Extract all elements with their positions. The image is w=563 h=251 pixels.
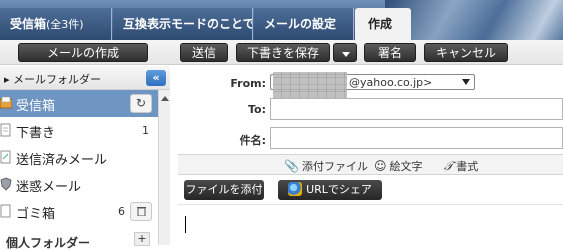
- url-share-label: URLでシェア: [306, 183, 372, 196]
- folder-drafts[interactable]: 下書き 1: [0, 117, 158, 144]
- folder-inbox[interactable]: 受信箱 ↻: [0, 90, 158, 117]
- attachment-bar: ファイルを添付 URLでシェア: [178, 175, 563, 205]
- from-address-value: @yahoo.co.jp>: [349, 76, 433, 89]
- folder-name: 受信箱: [16, 99, 56, 114]
- personal-folders-header[interactable]: 個人フォルダー +: [0, 232, 158, 250]
- to-field[interactable]: [270, 98, 563, 120]
- message-body-editor[interactable]: [178, 206, 563, 245]
- masked-address: [273, 72, 347, 98]
- tab-label: メールの設定: [264, 17, 337, 31]
- from-address-select[interactable]: @yahoo.co.jp>: [270, 72, 475, 98]
- tab-bar: 受信箱(全3件) 互換表示モードのことで メールの設定 作成: [0, 0, 563, 40]
- refresh-icon: ↻: [135, 96, 147, 110]
- add-folder-button[interactable]: +: [134, 232, 150, 246]
- attachment-tab-label: 添付ファイル: [301, 160, 368, 173]
- attach-file-button[interactable]: ファイルを添付: [184, 180, 264, 200]
- tab-mail-settings[interactable]: メールの設定: [254, 8, 354, 40]
- collapse-sidebar-button[interactable]: «: [146, 70, 166, 86]
- subject-row: 件名:: [178, 124, 563, 154]
- folder-trash[interactable]: ゴミ箱 6: [0, 198, 158, 225]
- scroll-up-icon[interactable]: [161, 96, 169, 101]
- emoji-tab[interactable]: ☺ 絵文字: [374, 158, 423, 174]
- from-row: From: @yahoo.co.jp>: [178, 66, 563, 98]
- tab-label: 作成: [368, 17, 393, 31]
- trash-folder-icon: [0, 204, 11, 218]
- cancel-button[interactable]: キャンセル: [424, 43, 508, 62]
- compose-pane: From: @yahoo.co.jp> To: 件名: 📎 添付ファイル ☺ 絵文字…: [178, 66, 563, 245]
- paperclip-icon: 📎: [284, 159, 299, 173]
- text-format-icon: 𝒯: [444, 159, 454, 173]
- folder-spam[interactable]: 迷惑メール: [0, 171, 158, 198]
- save-draft-button[interactable]: 下書きを保存: [236, 43, 330, 62]
- folder-name: ゴミ箱: [16, 207, 56, 222]
- url-share-button[interactable]: URLでシェア: [278, 180, 382, 200]
- smiley-icon: ☺: [374, 159, 387, 173]
- folder-sidebar: ▸ メールフォルダー « 受信箱 ↻ 下書き 1 送信済みメール 迷惑メール ゴ…: [0, 66, 170, 250]
- format-tab-label: 書式: [456, 160, 479, 173]
- url-share-icon: [288, 182, 303, 196]
- to-row: To:: [178, 96, 563, 124]
- text-cursor: [185, 216, 186, 233]
- chevron-down-icon: [342, 52, 350, 57]
- attachment-tab[interactable]: 📎 添付ファイル: [284, 158, 368, 174]
- subject-field[interactable]: [270, 127, 563, 149]
- empty-trash-button[interactable]: [130, 202, 152, 221]
- sidebar-scrollbar[interactable]: [158, 90, 170, 245]
- tab-inbox[interactable]: 受信箱(全3件): [0, 8, 112, 40]
- tab-label: 受信箱: [10, 17, 47, 31]
- folder-header-label: ▸ メールフォルダー: [4, 73, 102, 86]
- signature-button[interactable]: 署名: [364, 43, 416, 62]
- folder-name: 下書き: [16, 126, 56, 141]
- tab-compose[interactable]: 作成: [355, 8, 411, 40]
- chevron-down-icon: [462, 79, 470, 85]
- trash-icon: [136, 207, 146, 217]
- sent-mail-icon: [0, 150, 11, 164]
- format-bar: 📎 添付ファイル ☺ 絵文字 𝒯 書式: [178, 154, 563, 175]
- folder-name: 迷惑メール: [16, 180, 82, 195]
- folder-header: ▸ メールフォルダー «: [0, 66, 170, 90]
- tab-message[interactable]: 互換表示モードのことで: [113, 8, 253, 40]
- shield-icon: [0, 177, 12, 191]
- format-tab[interactable]: 𝒯 書式: [444, 158, 478, 174]
- to-label: To:: [248, 103, 266, 116]
- compose-mail-button[interactable]: メールの作成: [18, 43, 148, 62]
- from-label: From:: [230, 77, 266, 90]
- subject-label: 件名:: [239, 134, 266, 147]
- inbox-icon: [0, 96, 12, 109]
- tab-count: (全3件): [46, 18, 84, 31]
- folder-count: 1: [142, 124, 149, 137]
- toolbar: メールの作成 送信 下書きを保存 署名 キャンセル: [0, 40, 563, 65]
- draft-icon: [0, 123, 11, 137]
- personal-folders-label: 個人フォルダー: [6, 236, 91, 250]
- header-decoration: [385, 0, 563, 40]
- refresh-button[interactable]: ↻: [130, 94, 152, 113]
- tab-label: 互換表示モードのことで: [123, 17, 253, 31]
- send-button[interactable]: 送信: [180, 43, 228, 62]
- folder-name: 送信済みメール: [16, 153, 108, 168]
- folder-sent[interactable]: 送信済みメール: [0, 144, 158, 171]
- save-options-dropdown[interactable]: [333, 43, 357, 62]
- emoji-tab-label: 絵文字: [389, 160, 423, 173]
- folder-count: 6: [118, 205, 125, 218]
